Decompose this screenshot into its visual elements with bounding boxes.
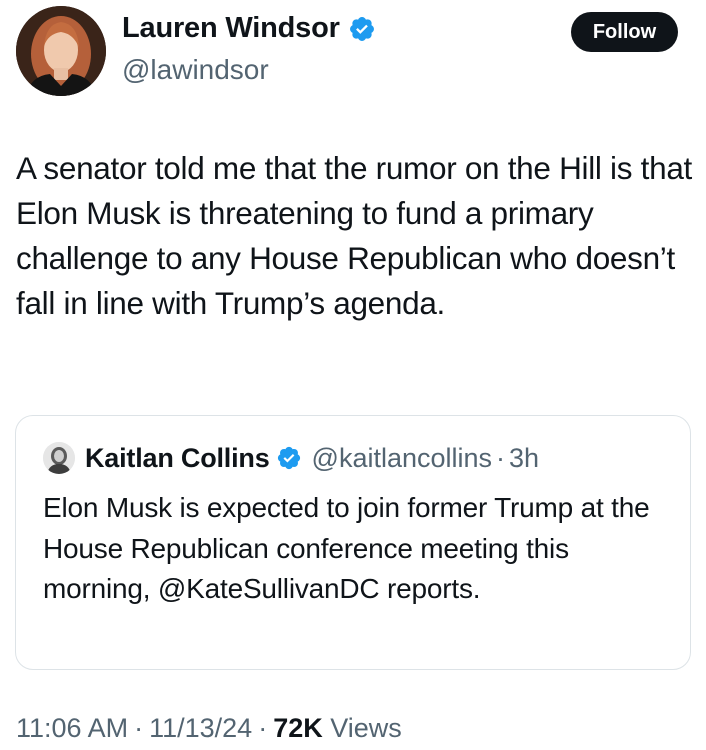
- follow-button[interactable]: Follow: [571, 12, 678, 52]
- tweet-card: Lauren Windsor @lawindsor Follow A senat…: [0, 0, 706, 750]
- quoted-verified-badge-icon[interactable]: [276, 445, 302, 471]
- quoted-tweet-header: Kaitlan Collins @kaitlancollins · 3h: [43, 442, 539, 474]
- quoted-author-handle[interactable]: @kaitlancollins: [312, 443, 492, 474]
- quoted-header-separator: ·: [496, 442, 506, 473]
- quoted-author-display-name[interactable]: Kaitlan Collins: [85, 443, 270, 474]
- quoted-tweet-card[interactable]: Kaitlan Collins @kaitlancollins · 3h Elo…: [15, 415, 691, 670]
- quoted-tweet-time[interactable]: 3h: [509, 443, 539, 474]
- author-handle[interactable]: @lawindsor: [122, 54, 269, 86]
- verified-badge-icon[interactable]: [348, 15, 376, 43]
- tweet-date[interactable]: 11/13/24: [149, 713, 252, 743]
- views-count: 72K: [273, 713, 323, 743]
- quoted-tweet-text: Elon Musk is expected to join former Tru…: [43, 492, 650, 604]
- quoted-author-avatar[interactable]: [43, 442, 75, 474]
- views-label: Views: [330, 713, 402, 743]
- author-avatar-image: [16, 6, 106, 96]
- tweet-time[interactable]: 11:06 AM: [16, 713, 128, 743]
- meta-separator: ·: [258, 713, 268, 743]
- tweet-text: A senator told me that the rumor on the …: [16, 150, 693, 321]
- author-name-row: Lauren Windsor: [122, 12, 376, 45]
- quoted-author-avatar-image: [43, 442, 75, 474]
- author-avatar[interactable]: [16, 6, 106, 96]
- meta-separator: ·: [134, 713, 144, 743]
- author-display-name[interactable]: Lauren Windsor: [122, 12, 340, 45]
- tweet-meta: 11:06 AM · 11/13/24 · 72K Views: [16, 713, 402, 744]
